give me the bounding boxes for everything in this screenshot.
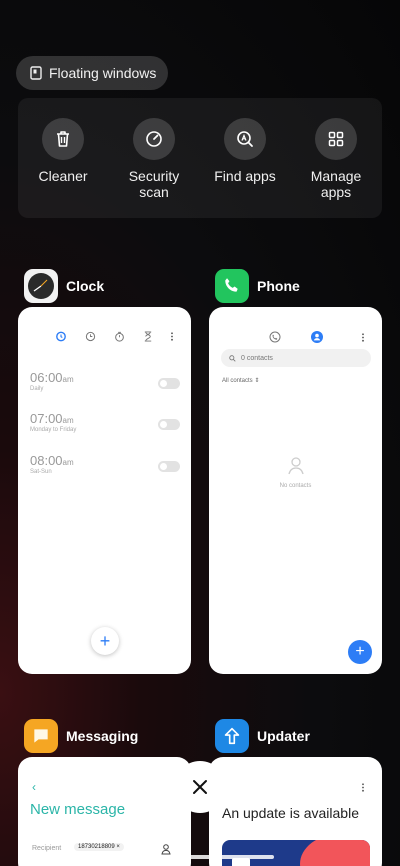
clock-toolbar — [18, 329, 191, 343]
contacts-search-input[interactable]: 0 contacts — [221, 349, 371, 367]
updater-app-icon — [215, 719, 249, 753]
messaging-app-header[interactable]: Messaging — [24, 719, 138, 753]
back-icon[interactable]: ‹ — [32, 780, 36, 794]
find-apps-label: Find apps — [214, 168, 276, 184]
search-placeholder: 0 contacts — [241, 354, 273, 362]
alarm-item[interactable]: 07:00am Monday to Friday — [30, 411, 180, 441]
alarm-repeat: Monday to Friday — [30, 427, 77, 433]
find-apps-icon — [237, 131, 253, 147]
update-banner-image — [222, 840, 370, 866]
floating-window-icon — [30, 66, 42, 80]
updater-app-header[interactable]: Updater — [215, 719, 310, 753]
phone-app-header[interactable]: Phone — [215, 269, 300, 303]
messaging-app-icon — [24, 719, 58, 753]
contacts-filter[interactable]: All contacts ⇕ — [222, 377, 259, 384]
manage-apps-label: Manage apps — [310, 168, 362, 200]
chevron-up-down-icon: ⇕ — [254, 378, 260, 384]
clock-app-card[interactable]: 06:00am Daily 07:00am Monday to Friday 0… — [18, 307, 191, 674]
floating-windows-button[interactable]: Floating windows — [16, 56, 168, 90]
recipient-label: Recipient — [32, 845, 62, 852]
alarm-toggle[interactable] — [158, 419, 180, 430]
security-scan-label: Security scan — [128, 168, 180, 200]
more-options-icon[interactable] — [361, 330, 365, 348]
remove-icon[interactable]: × — [116, 844, 120, 850]
recents-tab-icon[interactable] — [269, 330, 281, 348]
phone-app-icon — [215, 269, 249, 303]
trash-icon — [57, 131, 69, 147]
more-options-icon[interactable] — [170, 329, 174, 347]
empty-contacts: No contacts — [209, 457, 382, 489]
alarm-item[interactable]: 06:00am Daily — [30, 370, 180, 400]
recipient-chip[interactable]: 18730218809 × — [74, 843, 124, 851]
alarm-toggle[interactable] — [158, 461, 180, 472]
clock-app-name: Clock — [66, 278, 105, 294]
clear-all-button[interactable] — [174, 761, 226, 813]
messaging-app-name: Messaging — [66, 728, 139, 744]
messaging-app-card[interactable]: ‹ New message Recipient 18730218809 × — [18, 757, 191, 866]
clock-app-header[interactable]: Clock — [24, 269, 104, 303]
updater-app-name: Updater — [257, 728, 310, 744]
clock-app-icon — [24, 269, 58, 303]
timer-tab-icon[interactable] — [143, 329, 153, 347]
world-clock-tab-icon[interactable] — [85, 329, 96, 347]
security-scan-button[interactable]: Security scan — [109, 118, 199, 200]
alarm-tab-icon[interactable] — [55, 329, 67, 347]
add-alarm-button[interactable]: + — [91, 627, 119, 655]
home-gesture-bar[interactable] — [126, 855, 274, 859]
alarm-repeat: Sat-Sun — [30, 469, 52, 475]
gauge-icon — [146, 131, 162, 147]
update-available-title: An update is available — [222, 805, 359, 821]
contacts-tab-icon[interactable] — [311, 330, 323, 348]
updater-app-card[interactable]: An update is available — [209, 757, 382, 866]
find-apps-button[interactable]: Find apps — [200, 118, 290, 184]
manage-apps-button[interactable]: Manage apps — [291, 118, 381, 200]
close-icon — [193, 780, 207, 794]
cleaner-button[interactable]: Cleaner — [18, 118, 108, 184]
more-options-icon[interactable] — [361, 780, 365, 798]
stopwatch-tab-icon[interactable] — [114, 329, 125, 347]
phone-app-name: Phone — [257, 278, 300, 294]
grid-icon — [328, 131, 344, 147]
phone-app-card[interactable]: 0 contacts All contacts ⇕ No contacts + — [209, 307, 382, 674]
new-message-title: New message — [30, 801, 126, 818]
quick-tools-panel: Cleaner Security scan Find apps Manage a… — [18, 98, 382, 218]
cleaner-label: Cleaner — [38, 168, 88, 184]
floating-windows-label: Floating windows — [49, 65, 157, 81]
alarm-item[interactable]: 08:00am Sat-Sun — [30, 453, 180, 483]
person-icon — [287, 457, 304, 475]
alarm-repeat: Daily — [30, 386, 44, 392]
search-icon — [229, 354, 236, 362]
alarm-toggle[interactable] — [158, 378, 180, 389]
add-contact-button[interactable]: + — [348, 640, 372, 664]
